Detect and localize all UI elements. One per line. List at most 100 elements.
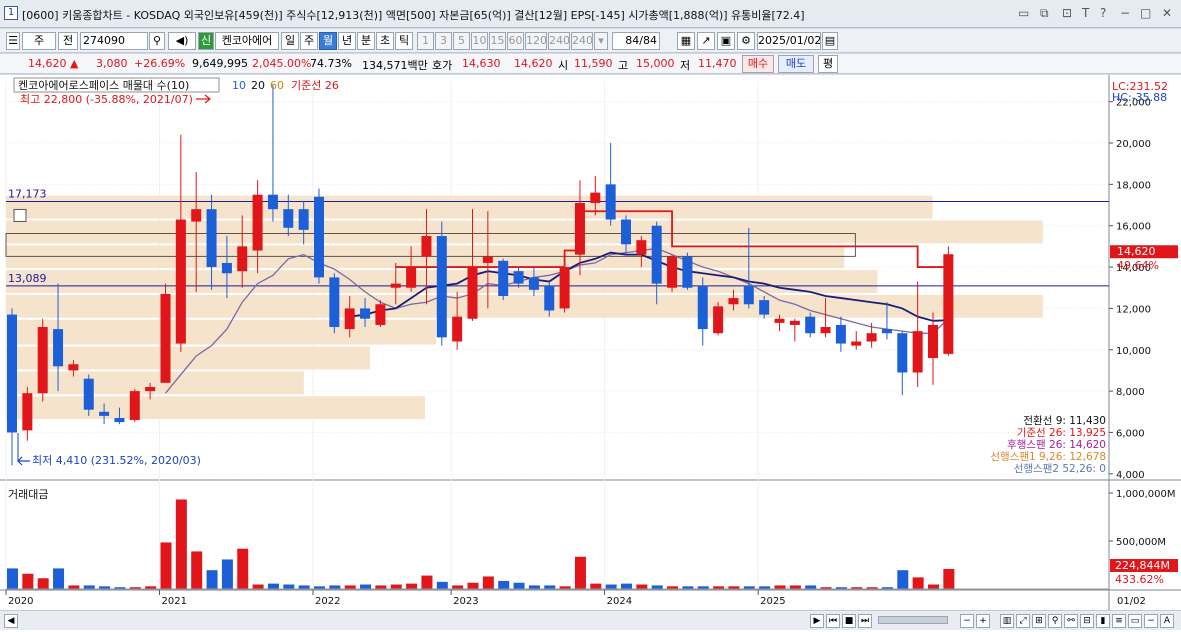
volume-bar[interactable]	[191, 551, 203, 589]
volume-bar[interactable]	[805, 585, 817, 589]
menu-icon[interactable]: ☰	[6, 32, 20, 50]
volume-bar[interactable]	[528, 585, 540, 589]
candle-body[interactable]	[866, 333, 877, 342]
candle-body[interactable]	[53, 329, 64, 367]
candle-body[interactable]	[283, 209, 294, 228]
zoom-out-icon[interactable]: −	[960, 614, 974, 628]
volume-bar[interactable]	[928, 584, 939, 589]
market-select[interactable]: 주	[22, 32, 56, 50]
candle-body[interactable]	[544, 285, 555, 311]
volume-bar[interactable]	[544, 585, 556, 589]
candle-body[interactable]	[191, 209, 202, 222]
candle-body[interactable]	[820, 327, 831, 334]
candle-body[interactable]	[344, 308, 355, 330]
volume-bar[interactable]	[175, 499, 187, 589]
period-tab-0[interactable]: 일	[281, 32, 299, 50]
sound-icon[interactable]: ◀)	[168, 32, 196, 50]
page-count[interactable]: 84/84	[612, 32, 660, 50]
volume-bar[interactable]	[498, 580, 510, 589]
interval-tab-7[interactable]: 240	[548, 32, 570, 50]
candle-body[interactable]	[667, 256, 678, 288]
candle-body[interactable]	[22, 393, 33, 431]
volume-bar[interactable]	[83, 585, 95, 589]
volume-bar[interactable]	[22, 573, 34, 589]
bars-icon[interactable]: ▮	[1096, 614, 1110, 628]
grid-icon[interactable]: ▦	[677, 32, 695, 50]
volume-bar[interactable]	[452, 585, 464, 589]
candle-body[interactable]	[728, 298, 739, 305]
candle-body[interactable]	[129, 391, 140, 421]
candle-body[interactable]	[805, 316, 816, 334]
candle-body[interactable]	[452, 316, 463, 342]
candle-body[interactable]	[114, 417, 125, 423]
pin-icon[interactable]: ⊡	[1062, 6, 1072, 20]
volume-bar[interactable]	[467, 582, 479, 589]
text-icon[interactable]: A	[1160, 614, 1174, 628]
candle-body[interactable]	[267, 194, 278, 210]
layout-icon-2[interactable]: ▭	[1128, 614, 1142, 628]
candle-body[interactable]	[37, 327, 48, 394]
candle-body[interactable]	[528, 277, 539, 290]
candle-body[interactable]	[590, 192, 601, 203]
volume-bar[interactable]	[513, 582, 525, 589]
compare-icon[interactable]: ≡	[1112, 614, 1126, 628]
candle-body[interactable]	[559, 267, 570, 309]
text-size-icon[interactable]: T	[1082, 6, 1089, 20]
scroll-left-icon[interactable]: ◀	[4, 614, 18, 628]
candle-body[interactable]	[835, 324, 846, 344]
volume-bar[interactable]	[574, 556, 586, 589]
candle-body[interactable]	[912, 331, 923, 373]
sell-button[interactable]: 매도	[778, 55, 814, 73]
volume-bar[interactable]	[237, 548, 249, 589]
stock-code-input[interactable]: 274090	[80, 32, 148, 50]
candle-body[interactable]	[99, 411, 110, 416]
candle-body[interactable]	[68, 364, 79, 371]
calendar-icon[interactable]: ▤	[822, 32, 838, 50]
candle-body[interactable]	[7, 314, 17, 433]
candle-body[interactable]	[406, 267, 417, 288]
volume-bar[interactable]	[329, 585, 341, 589]
candle-body[interactable]	[360, 308, 371, 319]
lock-icon[interactable]: ⊟	[1080, 614, 1094, 628]
period-tab-2[interactable]: 월	[319, 32, 337, 50]
candle-body[interactable]	[375, 304, 386, 325]
chart-area[interactable]: 22,000 20,000 18,000 16,000 14,000 12,000 10,0…	[0, 75, 1181, 632]
period-tab-4[interactable]: 분	[357, 32, 375, 50]
candle-body[interactable]	[881, 329, 892, 334]
volume-bar[interactable]	[789, 585, 801, 589]
candle-body[interactable]	[160, 293, 171, 383]
volume-bar[interactable]	[68, 585, 80, 589]
candle-body[interactable]	[928, 324, 938, 359]
volume-bar[interactable]	[7, 568, 18, 589]
volume-bar[interactable]	[590, 583, 602, 589]
maximize-icon[interactable]: □	[1140, 6, 1151, 20]
candle-body[interactable]	[897, 333, 908, 373]
candle-body[interactable]	[390, 283, 401, 288]
candle-body[interactable]	[682, 256, 693, 288]
volume-bar[interactable]	[436, 581, 448, 589]
buy-button[interactable]: 매수	[742, 55, 774, 73]
candle-body[interactable]	[421, 236, 432, 257]
settings-icon[interactable]: ⚙	[737, 32, 755, 50]
volume-bar[interactable]	[53, 568, 65, 589]
close-icon[interactable]: ✕	[1162, 6, 1172, 20]
fit-icon[interactable]: ⊞	[1032, 614, 1046, 628]
candle-body[interactable]	[743, 285, 754, 305]
volume-bar[interactable]	[160, 542, 172, 589]
prev-icon[interactable]: ⏮	[826, 614, 840, 628]
cursor-icon[interactable]: ↗	[697, 32, 715, 50]
volume-bar[interactable]	[298, 585, 310, 589]
candle-body[interactable]	[574, 202, 585, 255]
volume-bar[interactable]	[406, 583, 418, 589]
candle-body[interactable]	[651, 225, 662, 284]
candle-body[interactable]	[175, 219, 186, 344]
auto-scale-icon[interactable]: ⤢	[1016, 614, 1030, 628]
next-icon[interactable]: ⏭	[858, 614, 872, 628]
candle-body[interactable]	[482, 256, 493, 263]
help-icon[interactable]: ?	[1100, 6, 1106, 20]
candle-body[interactable]	[436, 236, 447, 338]
candle-body[interactable]	[759, 300, 770, 315]
candle-body[interactable]	[83, 378, 94, 410]
link-icon[interactable]: ⚯	[1064, 614, 1078, 628]
candle-body[interactable]	[605, 184, 616, 220]
